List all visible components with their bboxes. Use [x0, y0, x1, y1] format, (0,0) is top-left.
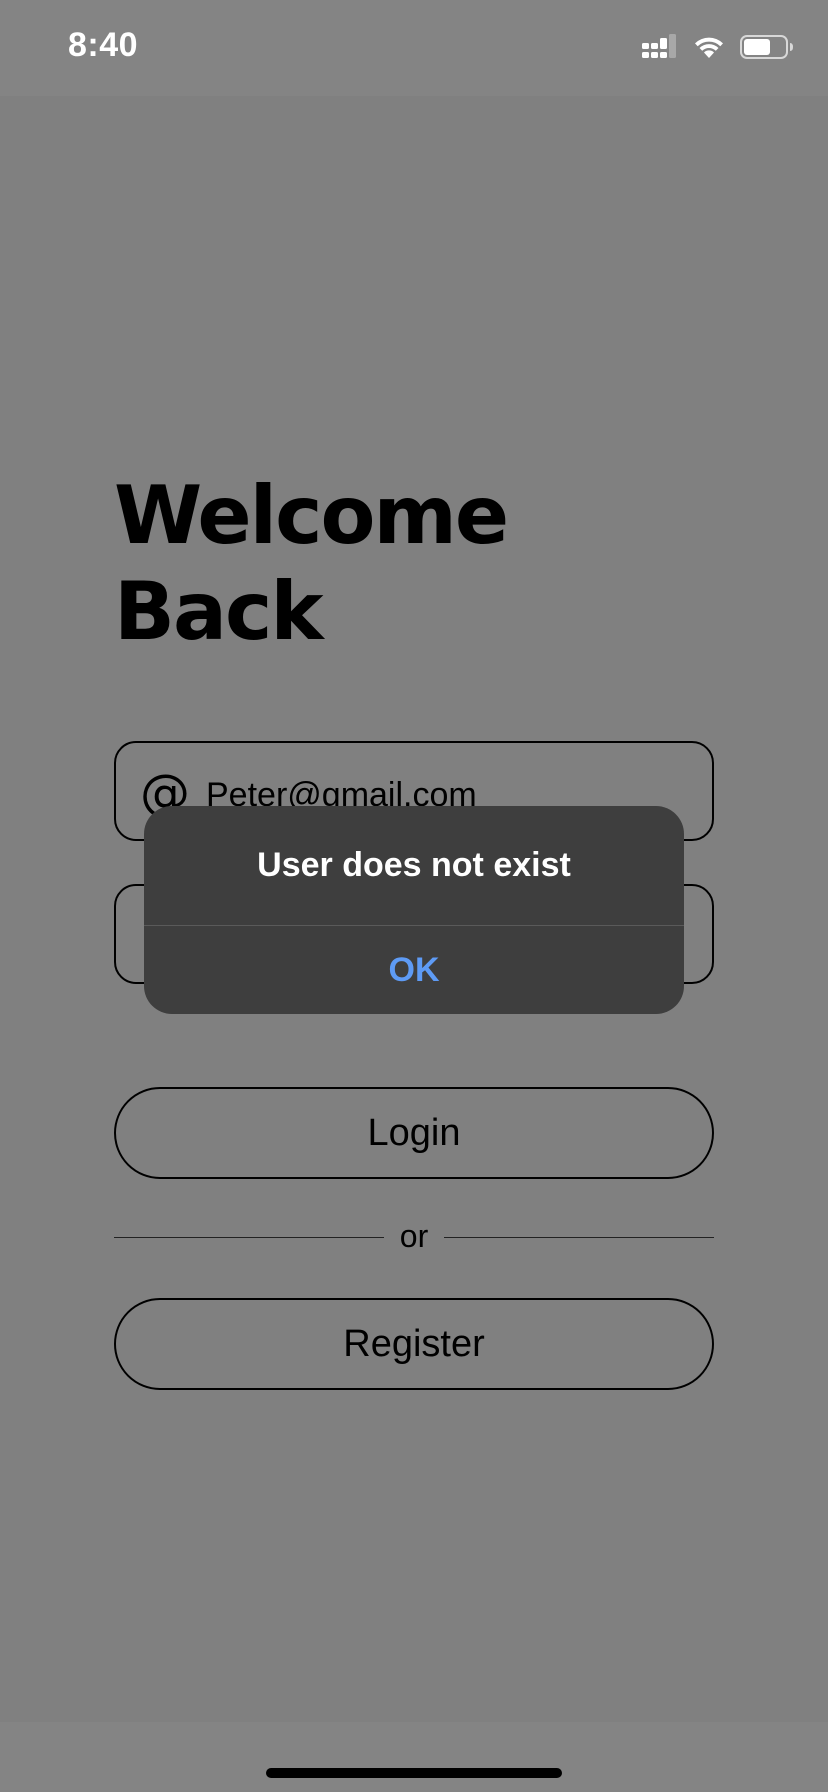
- status-time: 8:40: [68, 26, 139, 64]
- home-indicator-area: [0, 1722, 828, 1792]
- divider-line-right: [444, 1237, 714, 1238]
- battery-icon: [740, 35, 793, 59]
- alert-dialog: User does not exist OK: [144, 806, 684, 1014]
- divider-line-left: [114, 1237, 384, 1238]
- register-button[interactable]: Register: [114, 1298, 714, 1390]
- home-indicator[interactable]: [266, 1768, 562, 1778]
- alert-ok-button[interactable]: OK: [144, 926, 684, 1014]
- login-button[interactable]: Login: [114, 1087, 714, 1179]
- status-icons: [642, 34, 794, 60]
- page-title-line-2: Back: [114, 565, 324, 658]
- status-bar: 8:40: [0, 0, 828, 96]
- page-title: Welcome Back: [114, 468, 674, 660]
- alert-title: User does not exist: [257, 846, 571, 884]
- cellular-signal-icon: [642, 34, 676, 58]
- page-title-line-1: Welcome: [114, 469, 509, 562]
- wifi-icon: [695, 37, 723, 58]
- divider-or-text: or: [399, 1218, 429, 1254]
